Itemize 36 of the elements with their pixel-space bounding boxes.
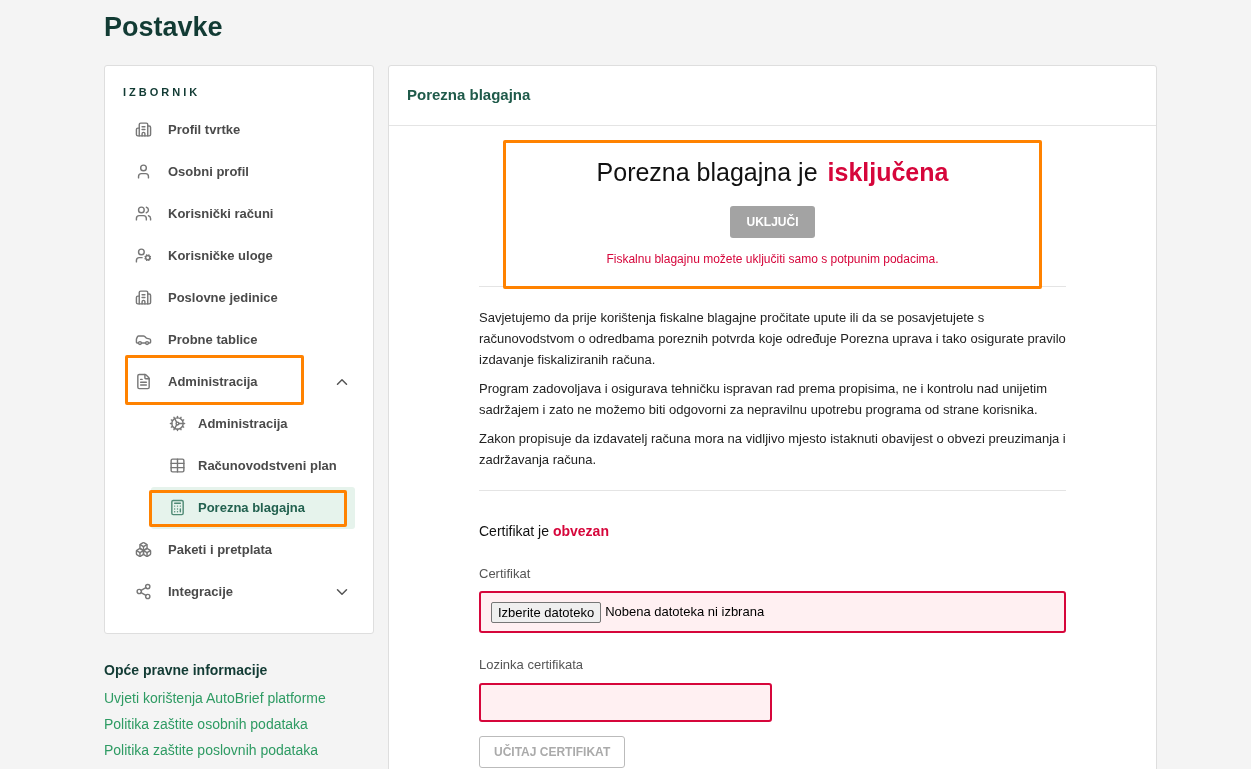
menu-item[interactable]: Probne tablice [123,318,355,361]
certificate-note: Certifikat je obvezan [479,521,610,541]
menu-item[interactable]: Integracije [123,570,355,613]
document-icon [135,373,152,390]
menu-item[interactable]: Poslovne jedinice [123,276,355,319]
info-paragraph: Zakon propisuje da izdavatelj računa mora na vidljivo mjesto istaknuti obavijest o obvezi preuzimanja i zadržavanja računa. [479,429,1066,469]
share-icon [135,583,152,600]
file-status: Nobena datoteka ni izbrana [605,603,765,622]
menu-item[interactable]: Korisnički računi [123,192,355,235]
field-label: Certifikat [479,564,532,583]
status-message: Fiskalnu blagajnu možete uključiti samo s potpunim podacima. [606,250,939,268]
menu-heading: IZBORNIK [123,85,202,100]
table-icon [169,457,186,474]
status-heading: Porezna blagajna je isključena [596,157,949,188]
file-input-field[interactable]: Izberite datoteko Nobena datoteka ni izbrana [479,591,1066,633]
info-paragraph: Savjetujemo da prije korištenja fiskalne blagajne pročitate upute ili da se posavjetujete s računovodstvom o odredbama poreznih potvrda koje određuje Porezna uprava i tako osigurate pravilo izdavanje fiskaliziranih računa. [479,308,1066,369]
info-paragraph: Program zadovoljava i osigurava tehničku ispravan rad prema propisima, ne i kontrolu nad unijetim sadržajem i zato ne možemo biti odgovorni za nepravilnu upotrebu programa od strane korisnika. [479,379,1048,419]
people-icon [135,205,152,222]
field-label: Lozinka certifikata [479,656,585,674]
password-input[interactable] [479,682,772,722]
person-icon [135,163,152,180]
people-gear-icon [135,247,152,264]
menu-item[interactable]: Paketi i pretplata [123,528,355,571]
panel-title: Porezna blagajna [407,85,531,106]
building-icon [135,289,152,306]
legal-title: Opće pravne informacije [104,660,269,680]
boxes-icon [135,541,152,558]
menu-item[interactable]: Korisničke uloge [123,234,355,277]
building-icon [135,121,152,138]
choose-file-button[interactable]: Izberite datoteko [491,601,602,623]
menu-item[interactable]: Profil tvrtke [123,108,355,151]
menu-item[interactable]: Administracija [123,360,355,403]
submenu-item[interactable]: Računovodstveni plan [151,444,355,487]
submenu-item[interactable]: Administracija [151,402,355,445]
menu-item[interactable]: Osobni profil [123,150,355,193]
page-title: Postavke [104,11,224,44]
